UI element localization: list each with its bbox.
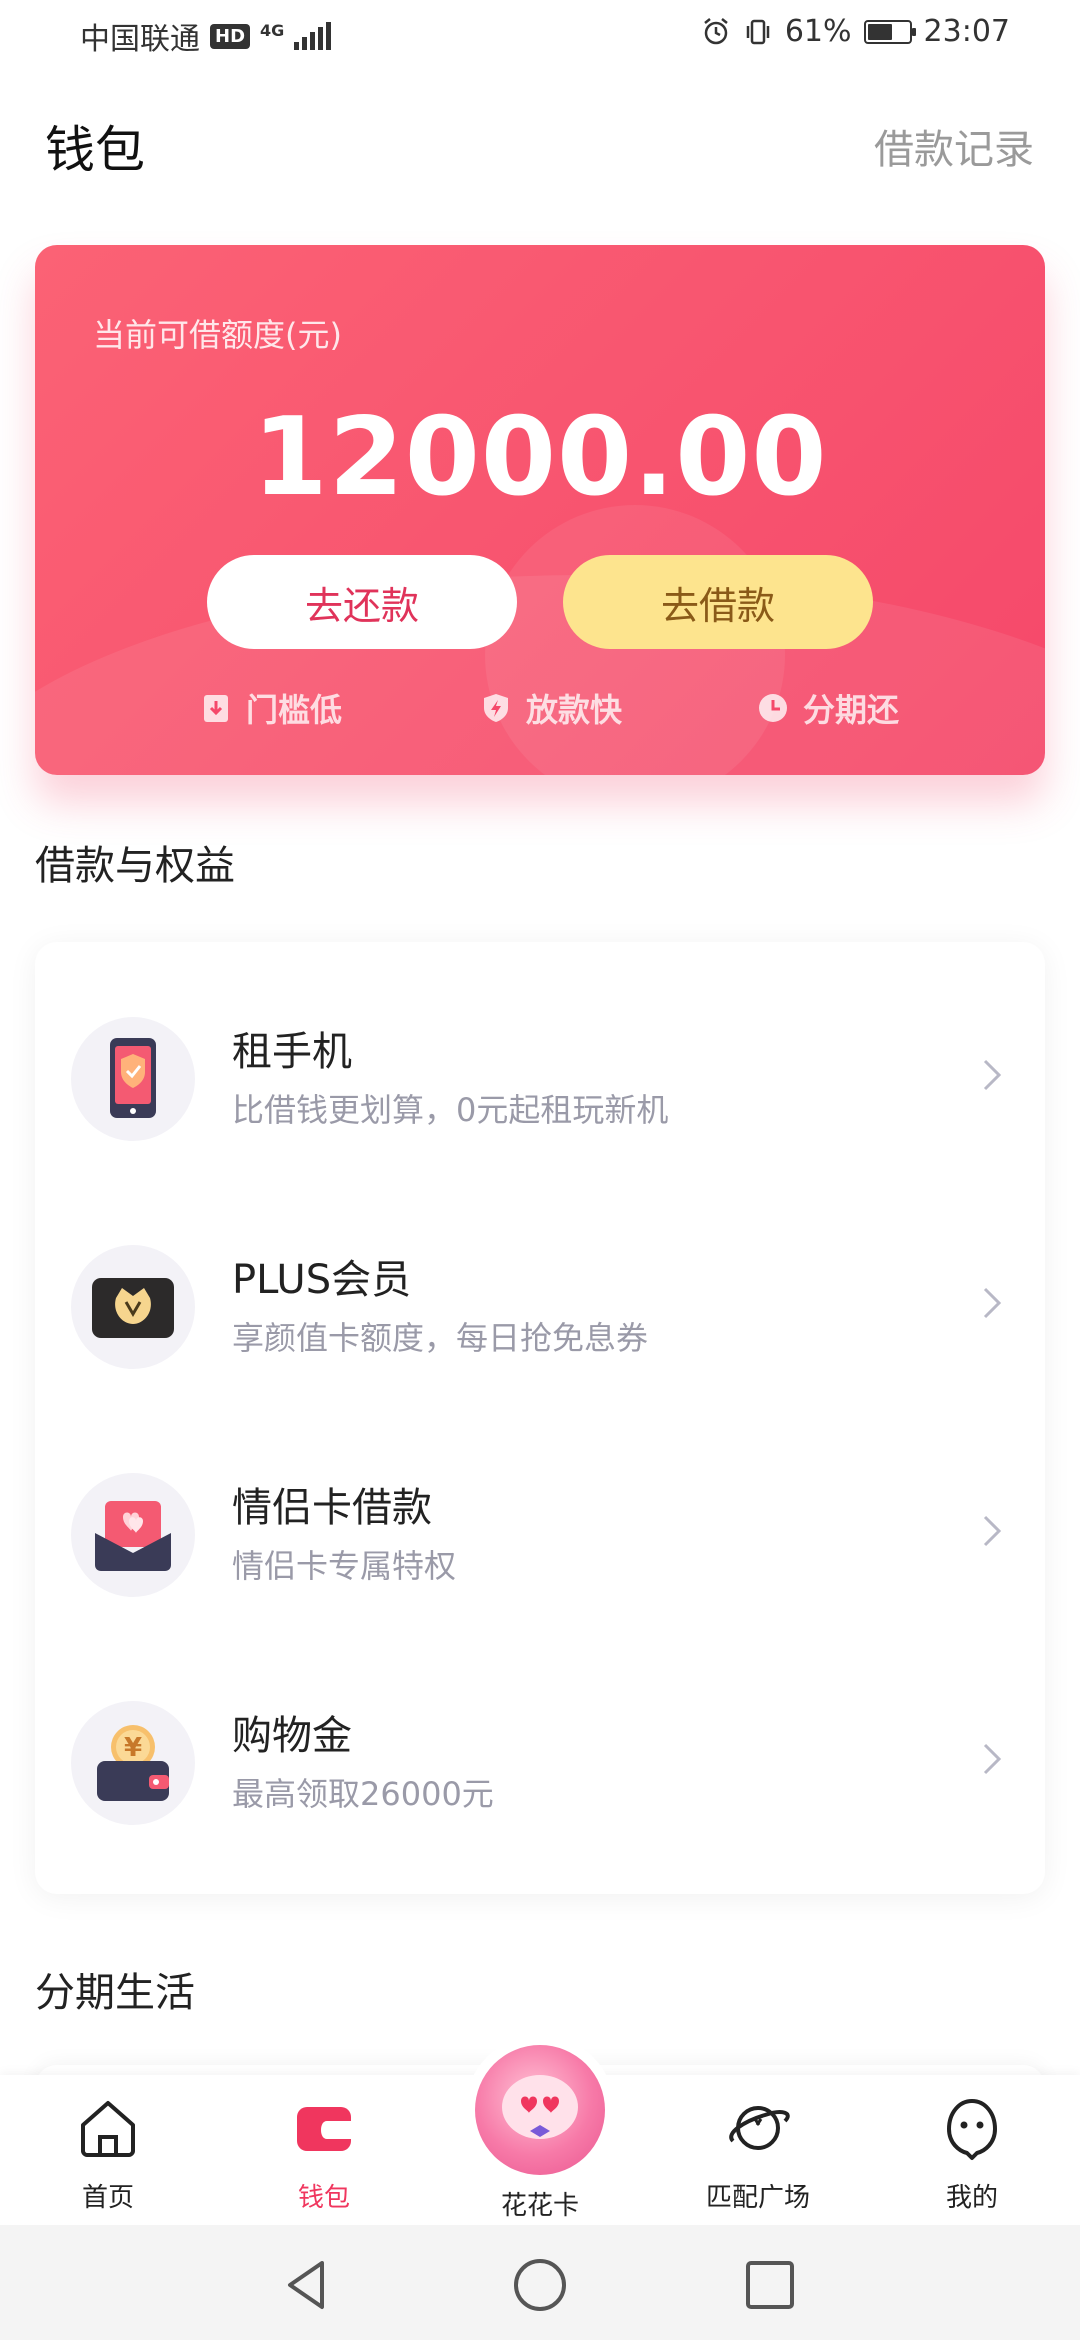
borrow-button[interactable]: 去借款 bbox=[563, 555, 873, 649]
benefit-subtitle: 情侣卡专属特权 bbox=[232, 1547, 457, 1585]
nav-profile[interactable]: 我的 bbox=[892, 2095, 1052, 2214]
nav-wallet[interactable]: 钱包 bbox=[244, 2095, 404, 2214]
bottom-nav: 首页 钱包 花花卡 匹配广场 我的 bbox=[0, 2045, 1080, 2225]
home-circle-icon[interactable] bbox=[510, 2255, 570, 2315]
nav-label: 我的 bbox=[945, 2183, 998, 2213]
benefit-subtitle: 享颜值卡额度，每日抢免息券 bbox=[232, 1319, 649, 1357]
feature-low-threshold: 门槛低 bbox=[200, 685, 342, 731]
battery-percent: 61% bbox=[784, 14, 852, 49]
nav-label: 钱包 bbox=[297, 2183, 350, 2213]
benefit-item-shopping-fund[interactable]: ¥ 购物金 最高领取26000元 bbox=[35, 1661, 1045, 1861]
benefit-title: PLUS会员 bbox=[232, 1257, 412, 1303]
status-bar: 中国联通 HD 4G 61% 23:07 bbox=[0, 0, 1080, 72]
phone-shield-icon bbox=[71, 1017, 195, 1141]
back-triangle-icon[interactable] bbox=[278, 2255, 338, 2315]
wallet-icon bbox=[297, 2107, 351, 2151]
yen-wallet-icon: ¥ bbox=[71, 1701, 195, 1825]
benefit-item-couple-card[interactable]: 情侣卡借款 情侣卡专属特权 bbox=[35, 1433, 1045, 1633]
couple-hearts-card-icon bbox=[71, 1473, 195, 1597]
credit-limit-label: 当前可借额度(元) bbox=[93, 316, 342, 354]
loan-records-link[interactable]: 借款记录 bbox=[874, 117, 1034, 175]
feature-list: 门槛低 放款快 分期还 bbox=[35, 685, 1045, 735]
profile-ghost-icon bbox=[947, 2099, 997, 2160]
recents-square-icon[interactable] bbox=[740, 2255, 800, 2315]
benefit-title: 购物金 bbox=[232, 1713, 352, 1759]
vibrate-icon bbox=[746, 19, 770, 44]
nav-match-square[interactable]: 匹配广场 bbox=[678, 2095, 838, 2214]
repay-button[interactable]: 去还款 bbox=[207, 555, 517, 649]
page-title: 钱包 bbox=[45, 121, 145, 179]
benefit-title: 情侣卡借款 bbox=[232, 1485, 432, 1531]
life-section-title: 分期生活 bbox=[35, 1970, 195, 2016]
benefits-section-title: 借款与权益 bbox=[35, 843, 235, 889]
carrier-name: 中国联通 bbox=[80, 22, 200, 57]
signal-icon bbox=[294, 22, 332, 50]
benefit-subtitle: 最高领取26000元 bbox=[232, 1775, 494, 1813]
hd-badge: HD bbox=[210, 23, 251, 49]
battery-icon bbox=[863, 19, 916, 44]
nav-label: 首页 bbox=[81, 2183, 134, 2213]
network-type: 4G bbox=[260, 20, 285, 40]
benefit-subtitle: 比借钱更划算，0元起租玩新机 bbox=[232, 1091, 669, 1129]
lightning-shield-icon bbox=[484, 694, 508, 722]
benefit-item-plus-member[interactable]: PLUS会员 享颜值卡额度，每日抢免息券 bbox=[35, 1205, 1045, 1405]
feature-fast-payout: 放款快 bbox=[480, 685, 622, 731]
nav-home[interactable]: 首页 bbox=[28, 2095, 188, 2214]
alarm-icon bbox=[704, 17, 728, 44]
feature-label: 分期还 bbox=[803, 691, 900, 729]
benefit-title: 租手机 bbox=[232, 1029, 352, 1075]
benefit-item-phone-rental[interactable]: 租手机 比借钱更划算，0元起租玩新机 bbox=[35, 977, 1045, 1177]
feature-installment: 分期还 bbox=[757, 685, 899, 731]
feature-label: 门槛低 bbox=[246, 691, 343, 729]
chevron-right-icon bbox=[983, 1515, 1002, 1547]
benefits-card: 租手机 比借钱更划算，0元起租玩新机 PLUS会员 享颜值卡额度，每日抢免息券 bbox=[35, 942, 1045, 1894]
planet-icon bbox=[729, 2106, 790, 2150]
credit-card: 当前可借额度(元) 12000.00 去还款 去借款 门槛低 放款快 分期还 bbox=[35, 245, 1045, 775]
download-doc-icon bbox=[204, 695, 228, 722]
home-icon bbox=[81, 2101, 135, 2157]
credit-limit-amount: 12000.00 bbox=[252, 395, 828, 520]
chevron-right-icon bbox=[983, 1287, 1002, 1319]
status-left: 中国联通 HD 4G bbox=[80, 14, 332, 58]
system-nav-bar bbox=[0, 2225, 1080, 2340]
clock-time: 23:07 bbox=[923, 14, 1010, 49]
chevron-right-icon bbox=[983, 1743, 1002, 1775]
feature-label: 放款快 bbox=[526, 691, 623, 729]
clock-icon bbox=[759, 694, 787, 722]
nav-label: 匹配广场 bbox=[705, 2183, 810, 2213]
nav-label-huahua-card[interactable]: 花花卡 bbox=[475, 2185, 605, 2222]
chevron-right-icon bbox=[983, 1059, 1002, 1091]
vip-crown-card-icon bbox=[71, 1245, 195, 1369]
status-right: 61% 23:07 bbox=[701, 14, 1010, 49]
mascot-icon[interactable] bbox=[475, 2045, 605, 2175]
svg-text:¥: ¥ bbox=[124, 1733, 142, 1763]
